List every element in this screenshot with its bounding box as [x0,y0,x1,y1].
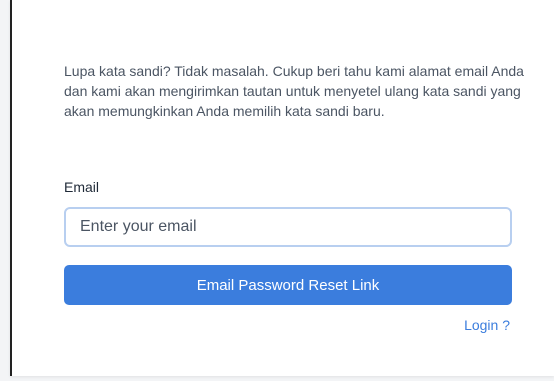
email-password-reset-link-button[interactable]: Email Password Reset Link [64,265,512,305]
email-input[interactable] [64,207,512,247]
forgot-password-description: Lupa kata sandi? Tidak masalah. Cukup be… [64,63,524,119]
login-link[interactable]: Login ? [464,317,510,333]
email-label: Email [64,179,100,195]
forgot-password-card: Lupa kata sandi? Tidak masalah. Cukup be… [10,0,554,376]
